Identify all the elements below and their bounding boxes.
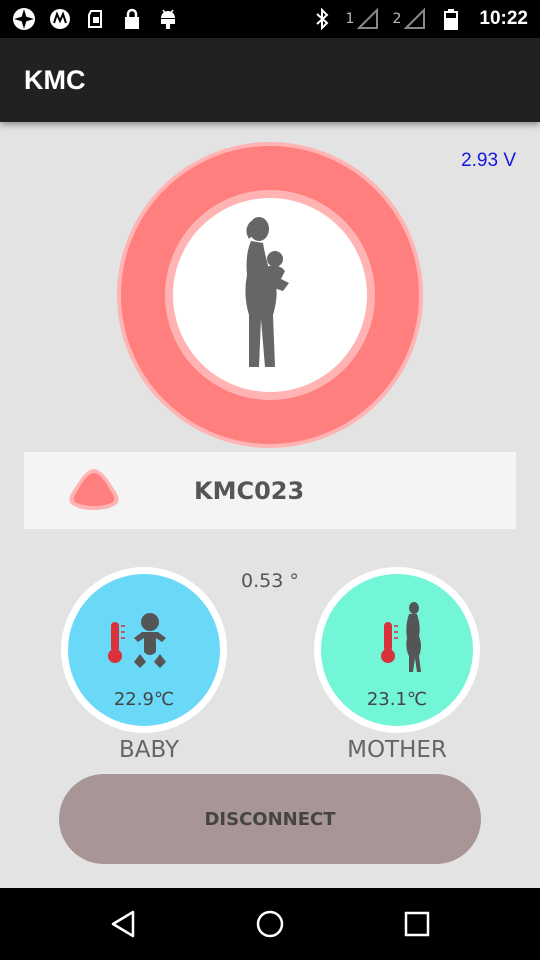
device-name: KMC023 xyxy=(194,476,305,505)
motorola-icon xyxy=(48,7,72,31)
status-right: 1 2 10:22 xyxy=(310,7,528,31)
sim-icon xyxy=(84,7,108,31)
status-time: 10:22 xyxy=(479,8,528,29)
mother-temperature-fill: 23.1℃ xyxy=(321,574,473,726)
voltage-readout: 2.93 V xyxy=(461,150,516,171)
sim1-label: 1 xyxy=(345,11,355,27)
app-bar: KMC xyxy=(0,38,540,122)
disconnect-button[interactable]: DISCONNECT xyxy=(59,774,481,864)
baby-temperature-fill: 22.9℃ xyxy=(68,574,220,726)
baby-thermometer-icon xyxy=(108,613,166,668)
home-icon[interactable] xyxy=(240,894,300,954)
sim2-label: 2 xyxy=(392,11,402,27)
signal-icon xyxy=(403,7,427,31)
mother-label: MOTHER xyxy=(347,737,447,763)
android-icon xyxy=(156,7,180,31)
status-left xyxy=(12,7,180,31)
navigation-bar xyxy=(0,888,540,960)
baby-label: BABY xyxy=(118,737,180,763)
mother-temperature-card[interactable]: 23.1℃ xyxy=(314,567,480,733)
baby-temperature-value: 22.9℃ xyxy=(113,689,175,710)
angle-readout: 0.53 ° xyxy=(241,570,299,592)
bluetooth-icon xyxy=(310,7,334,31)
battery-icon xyxy=(439,7,463,31)
mother-holding-baby-icon xyxy=(245,217,289,367)
kangaroo-care-ring xyxy=(121,146,419,444)
ring-center xyxy=(173,198,367,392)
mother-thermometer-icon xyxy=(381,602,421,672)
app-title: KMC xyxy=(24,64,86,95)
lock-icon xyxy=(120,7,144,31)
device-status-icon xyxy=(69,469,119,510)
signal-icon xyxy=(356,7,380,31)
recents-icon[interactable] xyxy=(387,894,447,954)
status-bar: 1 2 10:22 xyxy=(0,0,540,38)
mother-temperature-value: 23.1℃ xyxy=(366,689,428,710)
device-card: KMC023 xyxy=(24,452,516,529)
back-icon[interactable] xyxy=(93,894,153,954)
aperture-icon xyxy=(12,7,36,31)
baby-temperature-card[interactable]: 22.9℃ xyxy=(61,567,227,733)
